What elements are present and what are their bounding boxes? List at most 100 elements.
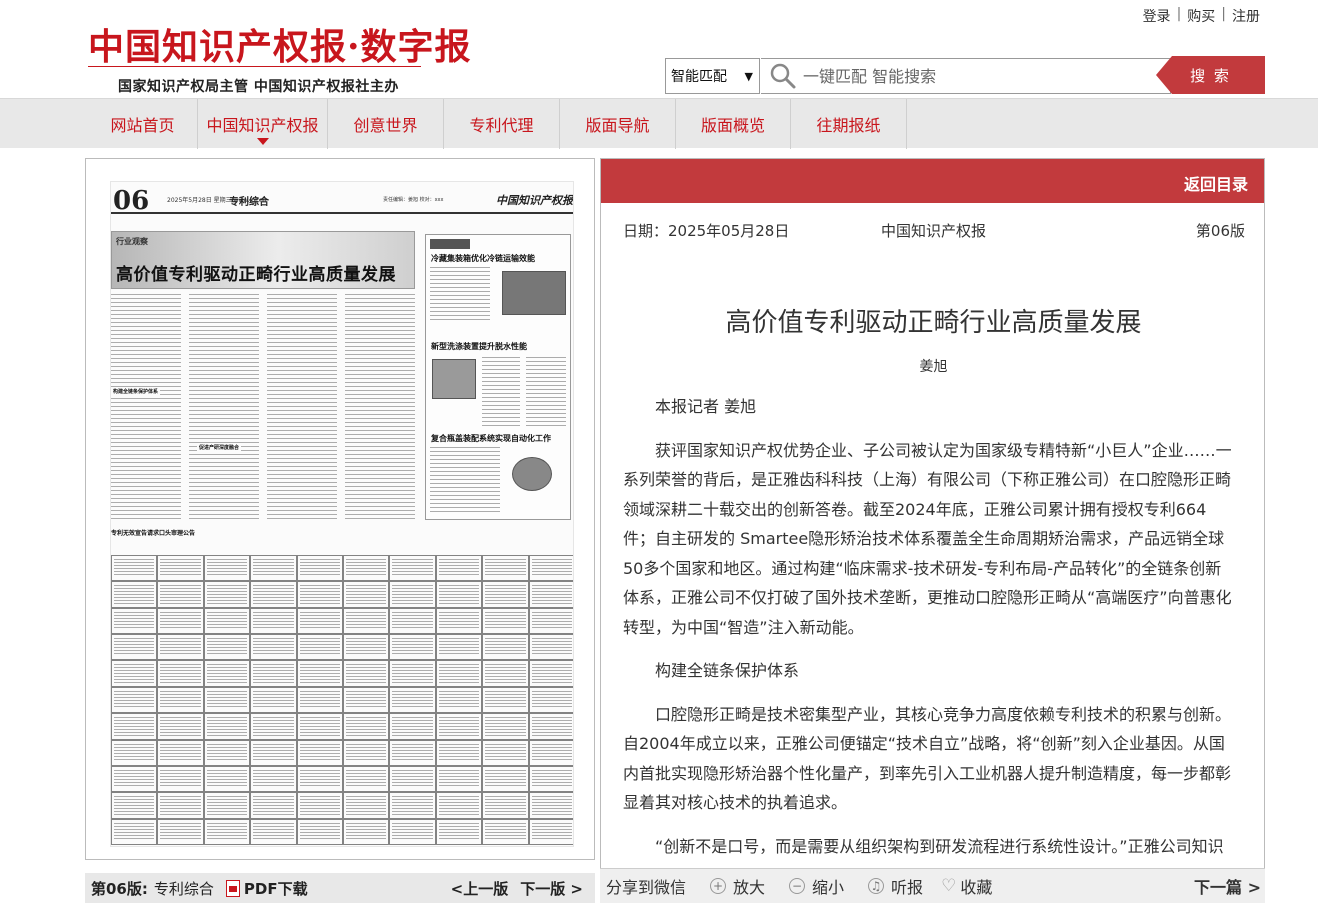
search-icon (769, 62, 797, 90)
article-paragraph: 本报记者 姜旭 (655, 397, 757, 416)
zoom-out-button[interactable]: − 缩小 (789, 874, 844, 898)
favorite-button[interactable]: ♡ 收藏 (941, 874, 992, 898)
paper-announcement-cell (250, 581, 297, 608)
paper-announcement-cell (250, 765, 297, 793)
paper-announcement-cell (343, 765, 390, 793)
paper-announcement-cell (157, 686, 204, 714)
speaker-icon: ♫ (868, 878, 885, 894)
plus-icon: + (710, 878, 727, 894)
paper-announcement-cell (250, 713, 297, 740)
separator: | (1176, 6, 1182, 22)
paper-announcement-cell (482, 792, 529, 819)
paper-text-column (430, 267, 490, 322)
heart-icon: ♡ (941, 876, 957, 896)
paper-announcement-cell (389, 607, 436, 635)
paper-text-column (189, 294, 259, 519)
paper-announcement-cell (528, 607, 573, 635)
paper-announcement-cell (296, 765, 343, 793)
article-date: 日期：2025年05月28日 (623, 222, 790, 240)
next-article-link[interactable]: 下一篇 > (1194, 874, 1261, 898)
nav-item-page-navigation[interactable]: 版面导航 (560, 99, 676, 149)
search-input[interactable] (803, 66, 1143, 86)
listen-label: 听报 (891, 878, 924, 897)
search-mode-select[interactable]: 智能匹配 ▼ (665, 58, 760, 94)
paper-text-column (111, 294, 181, 519)
paper-banner-headline: 高价值专利驱动正畸行业高质量发展 (116, 265, 396, 285)
paper-announcement-cell (482, 713, 529, 740)
paper-announcement-cell (343, 713, 390, 740)
paper-side-title[interactable]: 复合瓶盖装配系统实现自动化工作 (431, 433, 551, 444)
login-link[interactable]: 登录 (1143, 6, 1171, 26)
paper-top-rule (111, 212, 573, 214)
register-link[interactable]: 注册 (1232, 6, 1260, 26)
pdf-icon[interactable] (225, 879, 240, 897)
paper-announcement-cell (111, 818, 158, 845)
share-wechat-button[interactable]: 分享到微信 (606, 874, 686, 898)
paper-announcement-cell (296, 581, 343, 608)
paper-announcement-cell (528, 713, 573, 740)
article-title: 高价值专利驱动正畸行业高质量发展 (725, 308, 1142, 338)
next-page-link[interactable]: 下一版 > (520, 878, 583, 899)
paper-announcement-cell (482, 739, 529, 766)
article-paragraph: 口腔隐形正畸是技术密集型产业，其核心竞争力高度依赖专利技术的积累与创新。自200… (623, 704, 1232, 813)
paper-announcement-cell (435, 581, 483, 608)
paper-announcement-cell (389, 660, 436, 687)
nav-item-past-issues[interactable]: 往期报纸 (791, 99, 907, 149)
paper-announcement-title: 专利无效宣告请求口头审理公告 (111, 530, 196, 537)
paper-text-column (267, 294, 337, 519)
paper-announcement-cell (435, 634, 483, 661)
paper-announcement-cell (157, 607, 204, 635)
search-field[interactable] (761, 58, 1171, 94)
paper-side-tag (430, 239, 470, 249)
paper-announcement-cell (389, 818, 436, 845)
paper-announcement-cell (528, 792, 573, 819)
paper-announcement-cell (203, 555, 251, 582)
current-page-label: 第06版: (91, 879, 148, 898)
paper-announcement-cell (203, 713, 251, 740)
nav-item-ipr-newspaper[interactable]: 中国知识产权报 (198, 99, 328, 149)
paper-announcement-cell (111, 607, 158, 635)
article-body: 本报记者 姜旭 获评国家知识产权优势企业、子公司被认定为国家级专精特新“小巨人”… (623, 392, 1235, 862)
paper-announcement-cell (482, 607, 529, 635)
back-to-toc-button[interactable]: 返回目录 (1184, 171, 1248, 195)
prev-page-link[interactable]: <上一版 (451, 878, 509, 899)
paper-announcement-cell (343, 555, 390, 582)
site-logo[interactable]: 中国知识产权报·数字报 (88, 18, 472, 70)
current-page-name: 专利综合 (153, 879, 214, 898)
paper-announcement-cell (528, 581, 573, 608)
nav-item-creative-world[interactable]: 创意世界 (328, 99, 444, 149)
paper-announcement-cell (482, 581, 529, 608)
paper-announcement-cell (482, 765, 529, 793)
pdf-download-link[interactable]: PDF下载 (244, 878, 308, 899)
paper-announcement-cell (296, 792, 343, 819)
paper-announcement-cell (389, 765, 436, 793)
nav-item-home[interactable]: 网站首页 (88, 99, 198, 149)
paper-announcement-cell (203, 818, 251, 845)
paper-article-banner[interactable]: 行业观察 高价值专利驱动正畸行业高质量发展 (111, 231, 415, 289)
search-button[interactable]: 搜 索 (1156, 56, 1265, 94)
zoom-in-button[interactable]: + 放大 (710, 874, 765, 898)
paper-announcement-cell (389, 686, 436, 714)
paper-announcement-cell (343, 634, 390, 661)
article-publication: 中国知识产权报 (881, 222, 987, 240)
page-nav-bar: 第06版: 专利综合 PDF下载 <上一版 下一版 > (85, 873, 595, 903)
nav-item-patent-agency[interactable]: 专利代理 (444, 99, 560, 149)
listen-button[interactable]: ♫ 听报 (868, 874, 923, 898)
buy-link[interactable]: 购买 (1187, 6, 1215, 26)
paper-announcement-cell (389, 634, 436, 661)
paper-announcement-cell (203, 792, 251, 819)
newspaper-page-image[interactable]: 06 2025年5月28日 星期三 www.ipr.cn 专利综合 责任编辑：姜… (110, 181, 574, 847)
paper-announcement-cell (296, 634, 343, 661)
paper-announcement-cell (528, 765, 573, 793)
paper-side-title[interactable]: 新型洗涤装置提升脱水性能 (431, 341, 527, 352)
paper-announcement-cell (435, 713, 483, 740)
favorite-label: 收藏 (960, 878, 993, 897)
paper-side-title[interactable]: 冷藏集装箱优化冷链运输效能 (431, 253, 535, 264)
paper-text-column (430, 447, 500, 515)
paper-announcement-cell (343, 660, 390, 687)
nav-item-page-overview[interactable]: 版面概览 (676, 99, 791, 149)
main-nav: 网站首页 中国知识产权报 创意世界 专利代理 版面导航 版面概览 往期报纸 (0, 98, 1318, 149)
paper-subhead: 促进产研深度融合 (197, 444, 242, 451)
paper-announcement-cell (343, 739, 390, 766)
paper-announcement-cell (343, 792, 390, 819)
